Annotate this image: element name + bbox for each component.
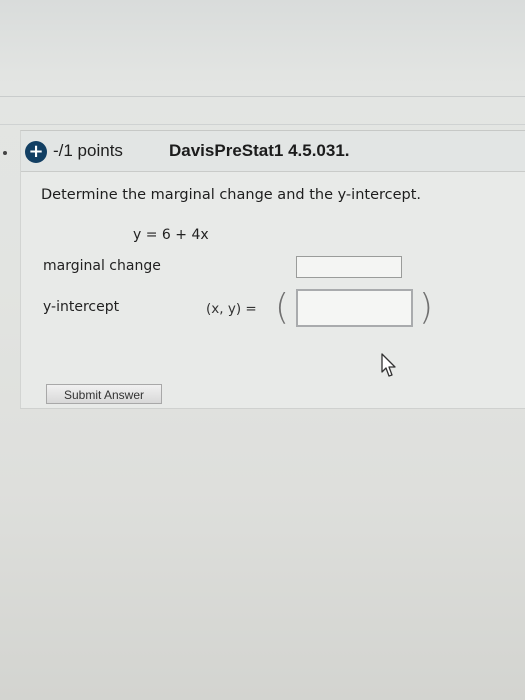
question-card: + -/1 points DavisPreStat1 4.5.031. Dete… — [20, 130, 525, 409]
marginal-change-label: marginal change — [43, 258, 161, 274]
y-intercept-input[interactable] — [296, 289, 413, 327]
y-intercept-label: y-intercept — [43, 299, 120, 315]
plus-circle-icon[interactable]: + — [25, 141, 47, 163]
points-label: -/1 points — [53, 141, 123, 160]
page-divider — [0, 124, 525, 125]
submit-answer-button[interactable]: Submit Answer — [46, 384, 162, 404]
equation: y = 6 + 4x — [133, 227, 209, 243]
marginal-change-input[interactable] — [296, 256, 402, 278]
xy-equals-label: (x, y) = — [206, 301, 257, 317]
page-divider-top — [0, 96, 525, 97]
question-id: DavisPreStat1 4.5.031. — [169, 141, 350, 160]
question-prompt: Determine the marginal change and the y-… — [41, 187, 422, 203]
mouse-pointer-icon — [381, 353, 396, 377]
list-bullet — [3, 151, 7, 155]
right-paren: ) — [419, 287, 434, 328]
left-paren: ( — [275, 287, 290, 328]
card-bottom-rule — [20, 408, 525, 409]
question-header: + -/1 points DavisPreStat1 4.5.031. — [21, 131, 525, 172]
